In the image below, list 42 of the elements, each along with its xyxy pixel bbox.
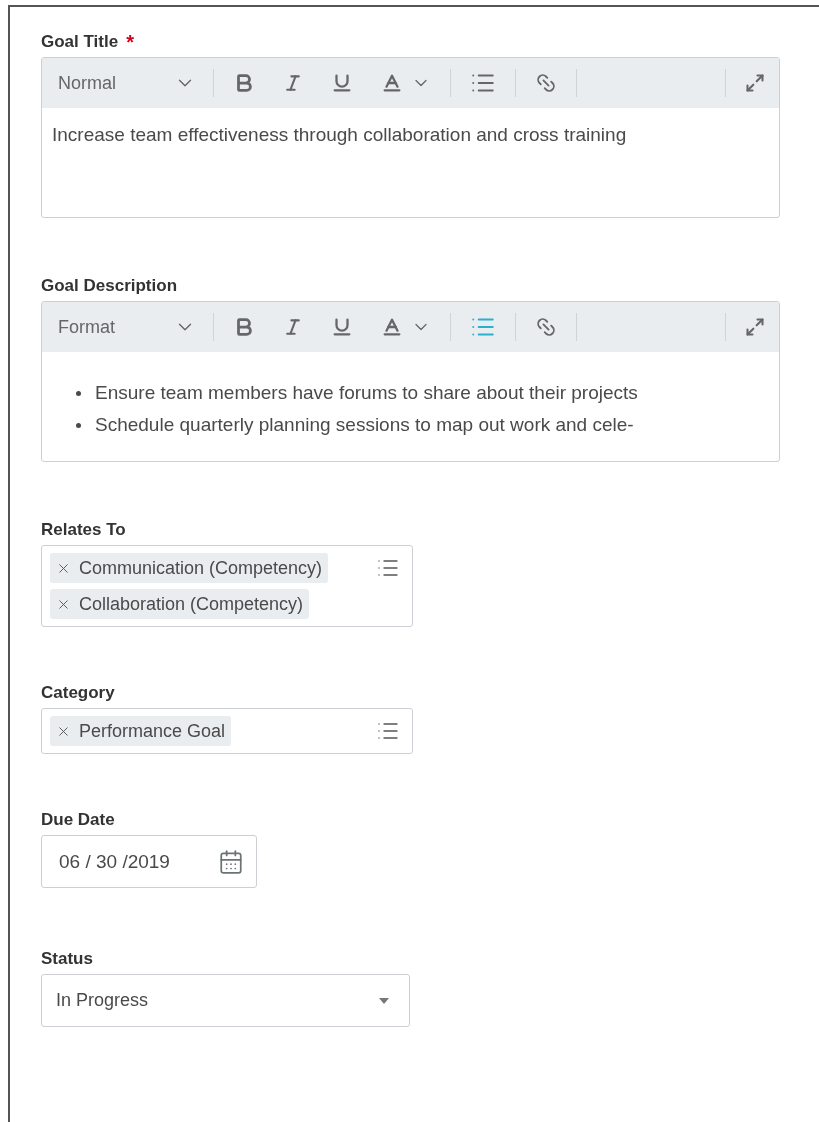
multiselect-field[interactable]: Performance Goal [41, 708, 413, 754]
field-label: Relates To [41, 519, 126, 541]
field-label: Due Date [41, 809, 115, 831]
bullet-text: Schedule quarterly planning sessions to map out work and cele- [95, 413, 634, 437]
rich-text-editor[interactable]: Format Ensure team members have forums to share about their projects Schedule quarterly planning sessions to map out work and cele- [41, 301, 780, 462]
multiselect-field[interactable]: Communication (Competency) Collaboration (Competency) [41, 545, 413, 627]
field-label: Goal Title [41, 31, 119, 53]
expand-button[interactable] [745, 73, 765, 93]
remove-icon[interactable] [56, 724, 71, 739]
underline-button[interactable] [331, 72, 353, 94]
remove-icon[interactable] [56, 561, 71, 576]
bullet-text: Ensure team members have forums to share about their projects [95, 381, 638, 405]
date-field[interactable]: 06 / 30 /2019 [41, 835, 257, 888]
bullet-dot-icon [76, 422, 81, 428]
format-dropdown[interactable]: Normal [58, 72, 208, 94]
selected-tag[interactable]: Collaboration (Competency) [50, 589, 310, 619]
required-mark: * [126, 31, 134, 53]
remove-icon[interactable] [56, 597, 71, 612]
tag-label: Performance Goal [79, 720, 226, 743]
underline-button[interactable] [331, 316, 353, 338]
calendar-icon[interactable] [218, 848, 244, 875]
field-label: Goal Description [41, 275, 178, 297]
expand-button[interactable] [745, 317, 765, 337]
text-color-button[interactable] [381, 316, 403, 338]
status-dropdown[interactable]: In Progress [41, 974, 410, 1027]
selected-tag[interactable]: Communication (Competency) [50, 553, 329, 583]
date-value: 06 / 30 /2019 [59, 850, 170, 873]
italic-button[interactable] [283, 317, 303, 337]
field-label: Status [41, 948, 93, 970]
editor-text: Increase team effectiveness through collaboration and cross training [52, 123, 628, 147]
field-label: Category [41, 682, 115, 704]
italic-button[interactable] [283, 73, 303, 93]
selected-tag[interactable]: Performance Goal [50, 716, 232, 746]
tag-label: Communication (Competency) [79, 557, 323, 580]
rich-text-editor[interactable]: Normal Increase team effectiveness through collaboration and cross training [41, 57, 780, 218]
tag-label: Collaboration (Competency) [79, 593, 304, 616]
link-button[interactable] [535, 72, 557, 94]
format-dropdown[interactable]: Format [58, 316, 208, 338]
link-button[interactable] [535, 316, 557, 338]
bullet-dot-icon [76, 390, 81, 396]
text-color-button[interactable] [381, 72, 403, 94]
dropdown-arrow-icon [379, 997, 389, 1004]
